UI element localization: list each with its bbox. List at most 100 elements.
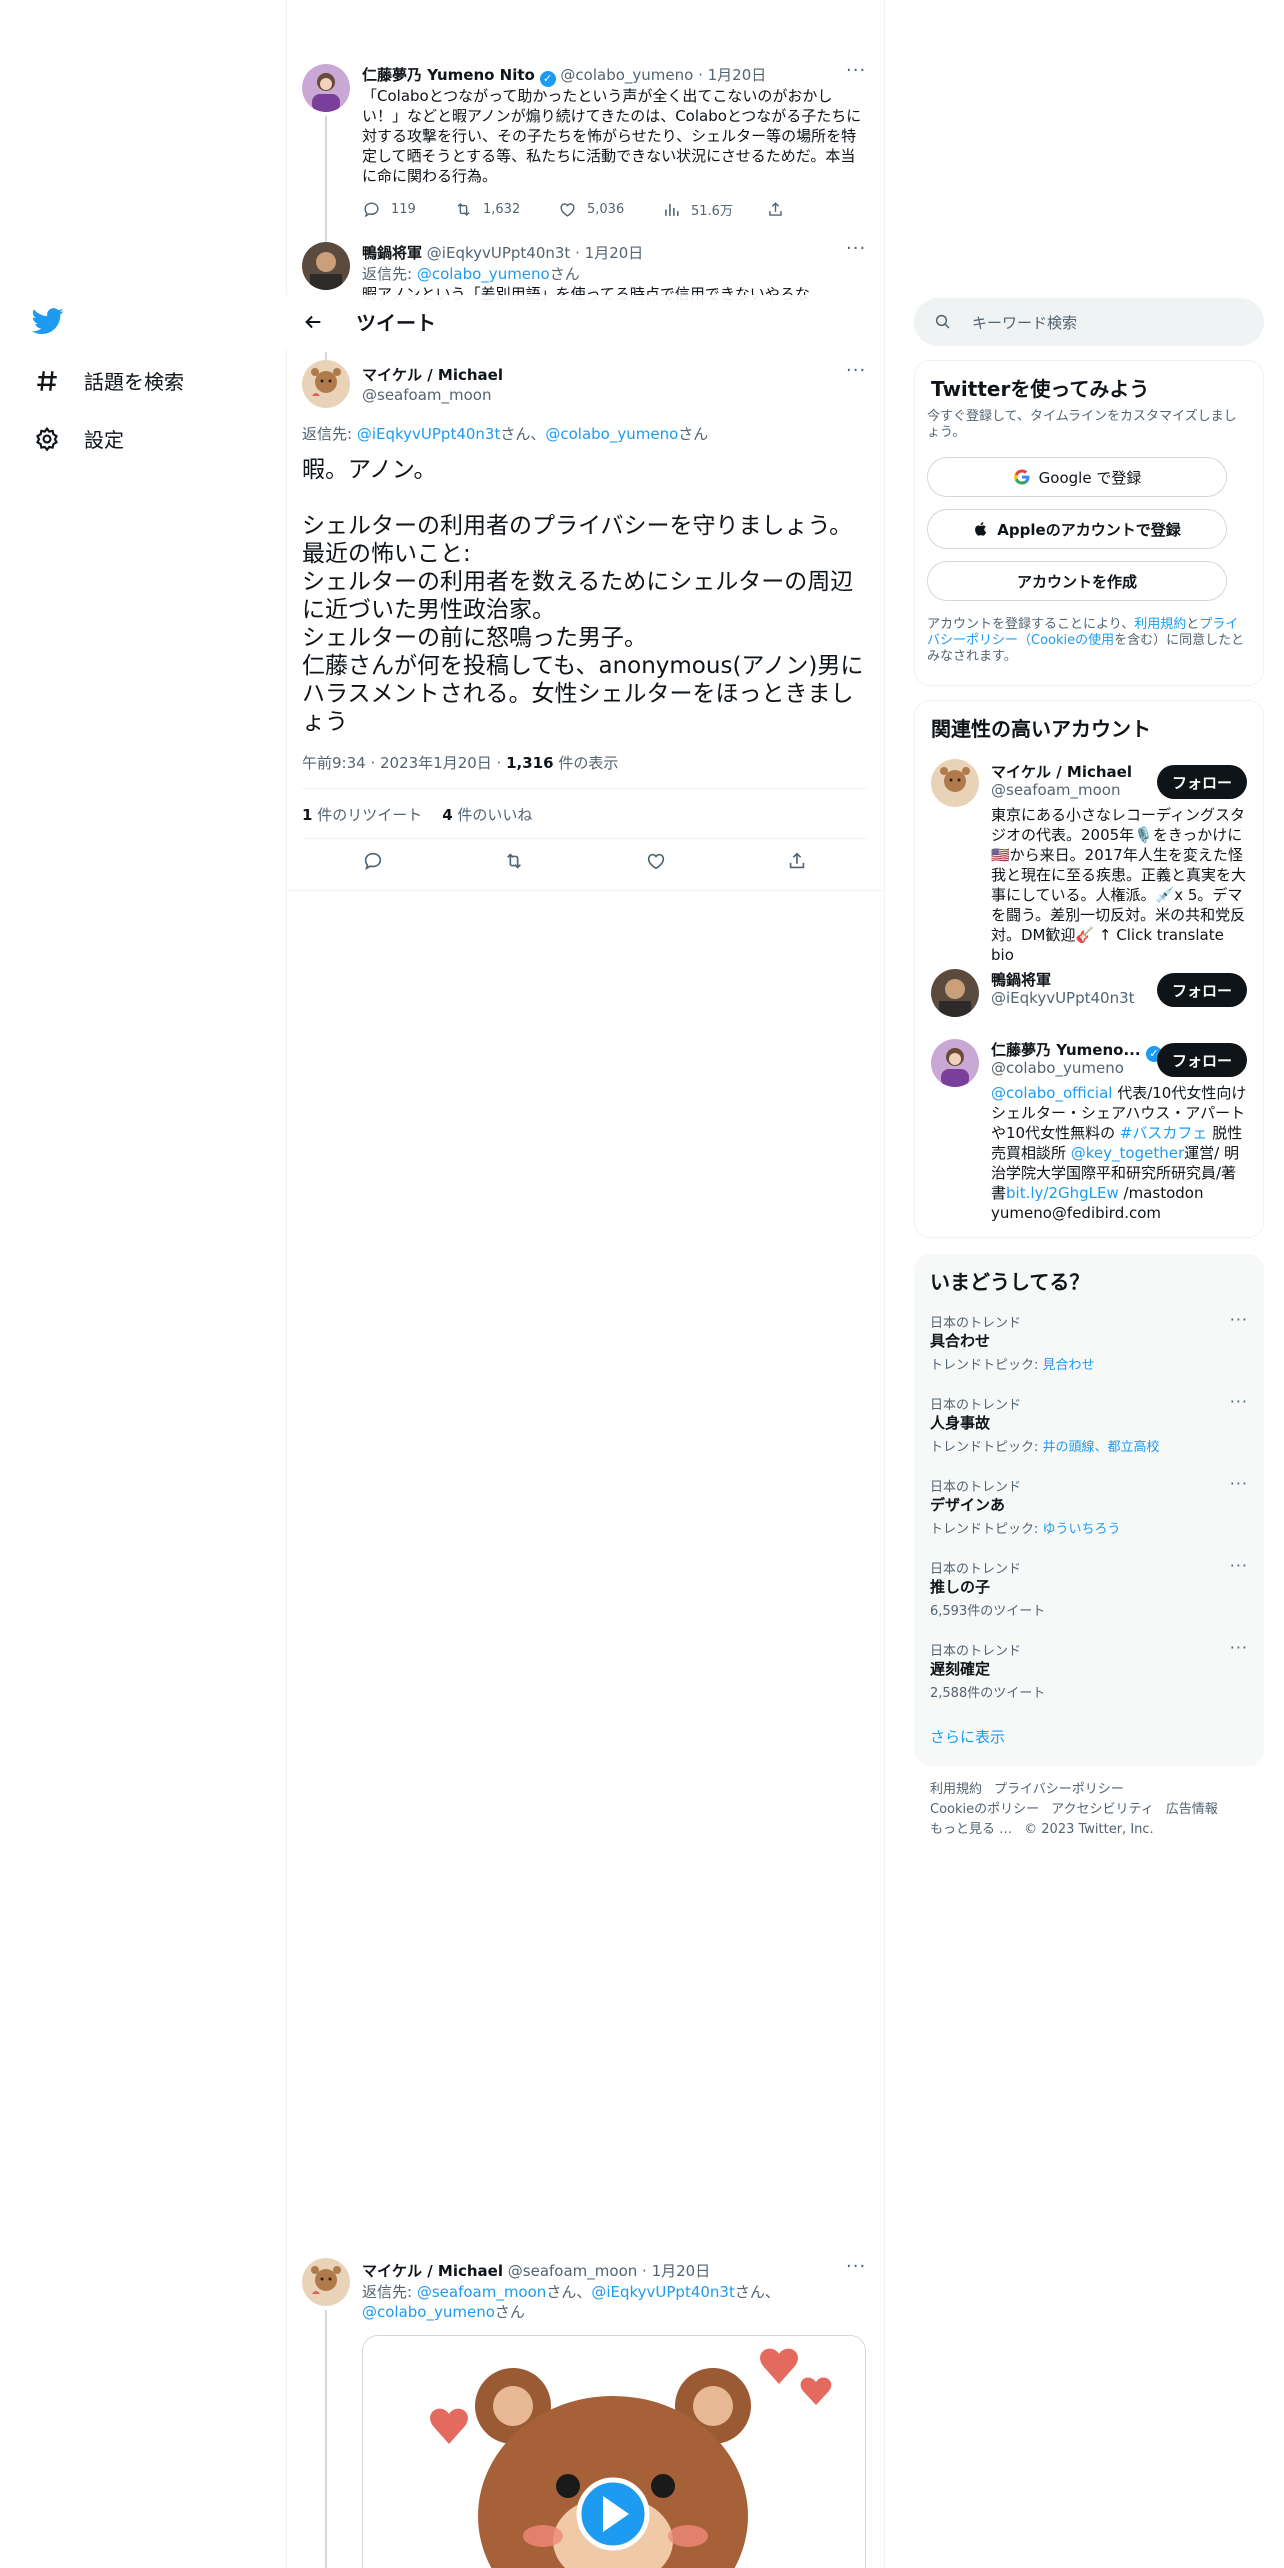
search-input[interactable]: キーワード検索: [914, 298, 1264, 346]
bio-link[interactable]: bit.ly/2GhgLEw: [1006, 1184, 1119, 1202]
apple-signup-button[interactable]: Appleのアカウントで登録: [927, 509, 1227, 549]
author-name[interactable]: マイケル / Michael: [362, 2262, 503, 2280]
mention-link[interactable]: @seafoam_moon: [417, 2283, 546, 2301]
thread-tweet[interactable]: 鴨鍋将軍 @iEqkyvUPpt40n3t · 1月20日 ··· 返信先: @…: [286, 240, 884, 300]
more-icon[interactable]: ···: [846, 60, 866, 81]
show-more-link[interactable]: さらに表示: [930, 1726, 1005, 1747]
reply-context: 返信先: @iEqkyvUPpt40n3tさん、@colabo_yumenoさん: [302, 424, 708, 444]
twitter-logo-icon[interactable]: [32, 305, 64, 337]
trend-subtitle: 2,588件のツイート: [930, 1686, 1046, 1701]
more-icon[interactable]: ···: [1230, 1556, 1248, 1575]
retweet-stat[interactable]: 1 件のリツイート: [302, 804, 422, 825]
trend-topic-link[interactable]: 井の頭線、都立高校: [1043, 1440, 1160, 1455]
view-count: 51.6万: [691, 204, 733, 219]
avatar-image: [302, 242, 350, 290]
avatar[interactable]: [931, 969, 979, 1017]
tweet-date[interactable]: · 1月20日: [642, 2262, 710, 2280]
avatar[interactable]: [931, 759, 979, 807]
more-icon[interactable]: ···: [1230, 1638, 1248, 1657]
like-stat[interactable]: 4 件のいいね: [442, 804, 532, 825]
divider: [286, 890, 884, 891]
focus-author-name[interactable]: マイケル / Michael: [362, 364, 503, 385]
reply-suffix: さん: [678, 425, 709, 443]
trend-topic-link[interactable]: 見合わせ: [1043, 1358, 1095, 1373]
more-icon[interactable]: ···: [846, 2256, 866, 2277]
bio-link[interactable]: #バスカフェ: [1120, 1124, 1208, 1142]
nav-explore[interactable]: 話題を検索: [34, 366, 184, 395]
author-name[interactable]: 仁藤夢乃 Yumeno Nito: [362, 66, 535, 84]
create-account-button[interactable]: アカウントを作成: [927, 561, 1227, 601]
retweet-button[interactable]: 1,632: [454, 200, 558, 219]
google-signup-button[interactable]: Google で登録: [927, 457, 1227, 497]
avatar[interactable]: [302, 64, 350, 112]
page-header: ツイート: [286, 295, 884, 348]
mention-link[interactable]: @colabo_yumeno: [545, 425, 678, 443]
mention-link[interactable]: @iEqkyvUPpt40n3t: [357, 425, 501, 443]
column-divider-right: [884, 0, 885, 2568]
verified-badge-icon: ✓: [539, 71, 556, 87]
share-icon[interactable]: [786, 850, 808, 872]
tweet-date[interactable]: · 1月20日: [698, 66, 766, 84]
footer-terms-link[interactable]: 利用規約: [930, 1782, 982, 1797]
follow-button[interactable]: フォロー: [1157, 765, 1247, 799]
views-number: 1,316: [506, 754, 554, 772]
thread-tweet[interactable]: 仁藤夢乃 Yumeno Nito ✓ @colabo_yumeno · 1月20…: [286, 60, 884, 240]
author-handle[interactable]: @iEqkyvUPpt40n3t: [427, 244, 571, 262]
author-handle[interactable]: @colabo_yumeno: [560, 66, 693, 84]
trend-name: 推しの子: [930, 1578, 991, 1596]
account-handle[interactable]: @iEqkyvUPpt40n3t: [991, 989, 1135, 1007]
mention-link[interactable]: @colabo_yumeno: [417, 265, 550, 283]
google-icon: [1013, 469, 1030, 485]
footer-privacy-link[interactable]: プライバシーポリシー: [994, 1782, 1124, 1797]
follow-button[interactable]: フォロー: [1157, 1043, 1247, 1077]
author-name[interactable]: 鴨鍋将軍: [362, 244, 422, 262]
account-name[interactable]: マイケル / Michael: [991, 761, 1132, 782]
more-icon[interactable]: ···: [1230, 1474, 1248, 1493]
share-button[interactable]: [766, 200, 785, 219]
focus-avatar[interactable]: [302, 360, 350, 408]
tweet-date[interactable]: · 1月20日: [575, 244, 643, 262]
focus-tweet-actions: [302, 850, 868, 872]
footer-more-link[interactable]: もっと見る …: [930, 1822, 1012, 1837]
avatar[interactable]: [302, 242, 350, 290]
more-icon[interactable]: ···: [1230, 1392, 1248, 1411]
footer-cookie-link[interactable]: Cookieのポリシー: [930, 1802, 1039, 1817]
more-icon[interactable]: ···: [846, 240, 866, 259]
account-handle[interactable]: @seafoam_moon: [991, 781, 1120, 799]
trend-subtitle: 6,593件のツイート: [930, 1604, 1046, 1619]
terms-link[interactable]: 利用規約: [1134, 617, 1186, 632]
trend-topic-link[interactable]: ゆういちろう: [1043, 1522, 1121, 1537]
mention-link[interactable]: @colabo_yumeno: [362, 2303, 495, 2321]
follow-button[interactable]: フォロー: [1157, 973, 1247, 1007]
avatar[interactable]: [931, 1039, 979, 1087]
views-button[interactable]: 51.6万: [662, 200, 766, 219]
tweet-media[interactable]: [362, 2335, 866, 2568]
account-bio: 東京にある小さなレコーディングスタジオの代表。2005年🎙️をきっかけに🇺🇸から…: [991, 806, 1247, 964]
back-arrow-icon[interactable]: [302, 311, 324, 333]
apple-icon: [975, 522, 987, 536]
footer-accessibility-link[interactable]: アクセシビリティ: [1051, 1802, 1154, 1817]
footer-links: 利用規約 プライバシーポリシー Cookieのポリシー アクセシビリティ 広告情報 も…: [930, 1780, 1250, 1840]
timestamp-text[interactable]: 午前9:34 · 2023年1月20日 ·: [302, 754, 506, 772]
nav-settings[interactable]: 設定: [34, 424, 124, 453]
reply-button[interactable]: 119: [362, 200, 454, 219]
bio-link[interactable]: @key_together: [1071, 1144, 1184, 1162]
more-icon[interactable]: ···: [846, 360, 866, 381]
account-handle[interactable]: @colabo_yumeno: [991, 1059, 1124, 1077]
like-button[interactable]: 5,036: [558, 200, 662, 219]
more-icon[interactable]: ···: [1230, 1310, 1248, 1329]
retweet-icon[interactable]: [503, 850, 525, 872]
account-name[interactable]: 鴨鍋将軍: [991, 969, 1051, 990]
footer-ads-link[interactable]: 広告情報: [1166, 1802, 1218, 1817]
mention-link[interactable]: @iEqkyvUPpt40n3t: [591, 2283, 735, 2301]
heart-icon[interactable]: [645, 850, 667, 872]
divider: [302, 788, 868, 789]
nav-settings-label: 設定: [84, 428, 124, 452]
focus-author-handle[interactable]: @seafoam_moon: [362, 386, 491, 404]
gear-icon: [36, 426, 58, 452]
avatar[interactable]: [302, 2258, 350, 2306]
bio-link[interactable]: @colabo_official: [991, 1084, 1112, 1102]
author-handle[interactable]: @seafoam_moon: [508, 2262, 637, 2280]
reply-icon[interactable]: [362, 850, 384, 872]
trends-title: いまどうしてる？: [930, 1270, 1090, 1294]
